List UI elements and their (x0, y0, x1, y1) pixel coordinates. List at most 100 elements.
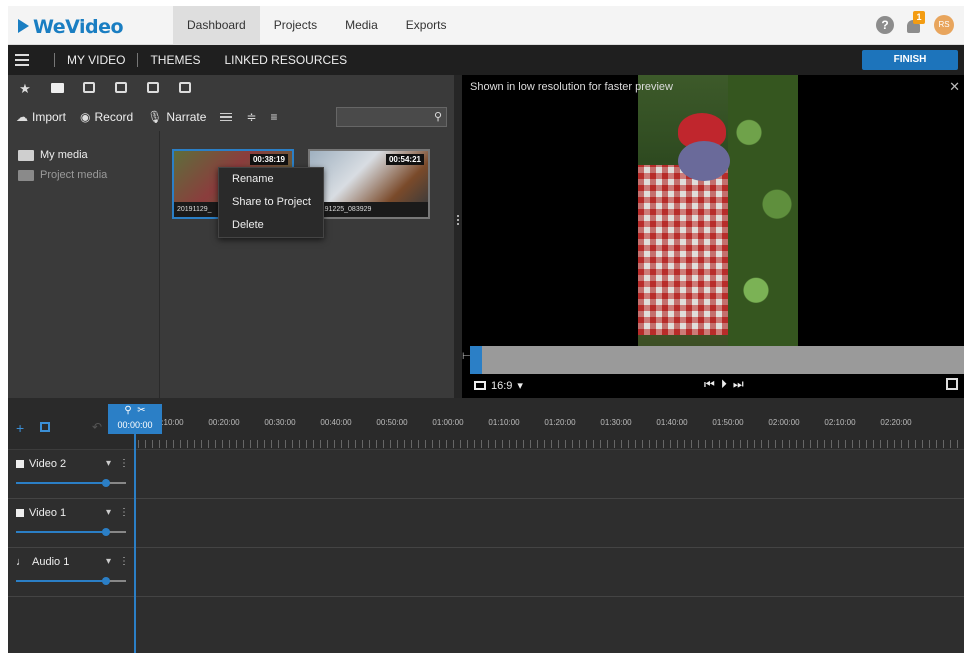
chevron-down-icon[interactable]: ▾ (106, 458, 111, 469)
more-options-icon[interactable]: ⋮ (119, 556, 129, 567)
stock-video-icon[interactable] (82, 82, 96, 96)
my-video-title[interactable]: MY VIDEO (67, 53, 125, 67)
playhead-time: 00:00:00 (117, 420, 153, 430)
avatar[interactable]: RS (934, 15, 954, 35)
narrate-button[interactable]: 🎙 Narrate (147, 110, 206, 124)
slider-knob[interactable] (102, 577, 111, 585)
track-audio-1: ♩ Audio 1 ▾ ⋮ (8, 548, 964, 597)
track-volume-slider[interactable] (16, 528, 126, 536)
folder-my-media[interactable]: My media (18, 145, 159, 165)
help-icon[interactable]: ? (876, 16, 894, 34)
chevron-down-icon[interactable]: ▾ (106, 507, 111, 518)
timeline-ruler[interactable]: 00:10:00 00:20:00 00:30:00 00:40:00 00:50:00… (138, 398, 964, 450)
clip-context-menu: Rename Share to Project Delete (218, 167, 324, 238)
stock-audio-icon[interactable] (114, 82, 128, 96)
list-view-button[interactable] (220, 111, 233, 124)
finish-button[interactable]: FINISH (862, 50, 958, 70)
microphone-icon: 🎙 (147, 110, 163, 124)
more-options-icon[interactable]: ⋮ (119, 458, 129, 469)
preview-scrubber[interactable] (470, 346, 964, 374)
tab-dashboard[interactable]: Dashboard (173, 6, 260, 45)
search-box: ⚲ (336, 107, 447, 127)
search-input[interactable] (337, 108, 427, 126)
sort-icon: ≡ (270, 110, 278, 124)
track-volume-slider[interactable] (16, 479, 126, 487)
logo-icon (18, 19, 29, 33)
ruler-tick-label: 01:10:00 (488, 418, 520, 427)
ruler-tick-label: 01:00:00 (432, 418, 464, 427)
record-icon: ◉ (80, 110, 91, 124)
share-to-project-menu-item[interactable]: Share to Project (219, 191, 323, 214)
copy-icon[interactable] (40, 422, 50, 432)
star-icon[interactable]: ★ (18, 82, 32, 96)
folder-icon[interactable] (50, 82, 64, 96)
track-video-2: Video 2 ▾ ⋮ (8, 450, 964, 499)
ruler-ticks (138, 440, 964, 448)
split-icon[interactable]: ✂ (137, 405, 145, 416)
ruler-tick-label: 00:20:00 (208, 418, 240, 427)
import-button[interactable]: ☁ Import (16, 110, 66, 124)
track-video-1: Video 1 ▾ ⋮ (8, 499, 964, 548)
playhead-line[interactable] (134, 434, 136, 653)
wevideo-logo[interactable]: WeVideo (18, 16, 124, 38)
chevron-down-icon[interactable]: ▾ (106, 556, 111, 567)
aspect-ratio-select[interactable]: 16:9 ▾ (474, 379, 523, 392)
track-header: ♩ Audio 1 ▾ ⋮ (8, 548, 134, 596)
notifications-button[interactable]: 1 (904, 11, 925, 36)
ruler-tick-label: 02:20:00 (880, 418, 912, 427)
search-icon[interactable]: ⚲ (434, 110, 442, 123)
slider-knob[interactable] (102, 479, 111, 487)
playback-controls: ⏮ ⏵ ⏭ (704, 377, 744, 392)
add-track-icon[interactable]: + (16, 420, 24, 436)
folder-icon (18, 149, 34, 161)
menu-icon[interactable] (15, 54, 29, 66)
panel-resize-handle[interactable] (454, 75, 462, 398)
folder-tree: My media Project media (8, 131, 160, 398)
list-icon (220, 111, 233, 124)
skip-back-icon[interactable]: ⏮ (704, 377, 715, 392)
stock-image-icon[interactable] (146, 82, 160, 96)
media-panel: ★ ☁ Import ◉ Record 🎙 Narrate ≑ ≡ ⚲ My medi… (8, 75, 454, 398)
filter-button[interactable]: ≑ (246, 110, 256, 124)
preview-note: Shown in low resolution for faster previ… (470, 81, 673, 93)
sort-button[interactable]: ≡ (271, 110, 278, 124)
close-icon[interactable]: ✕ (949, 79, 960, 95)
top-right-icons: ? 1 RS (876, 11, 954, 36)
filter-icon: ≑ (246, 110, 257, 124)
ruler-tick-label: 01:50:00 (712, 418, 744, 427)
tab-exports[interactable]: Exports (392, 6, 461, 45)
playhead[interactable]: ⚲ ✂ 00:00:00 (108, 404, 162, 434)
film-icon (16, 460, 24, 468)
slider-knob[interactable] (102, 528, 111, 536)
play-icon[interactable]: ⏵ (721, 377, 727, 392)
folder-project-media[interactable]: Project media (18, 165, 159, 185)
project-nav: MY VIDEO THEMES LINKED RESOURCES (42, 45, 347, 75)
themes-link[interactable]: THEMES (150, 53, 200, 67)
divider (137, 53, 139, 67)
marker-icon[interactable]: ⚲ (124, 405, 131, 416)
linked-resources-link[interactable]: LINKED RESOURCES (224, 53, 347, 67)
skip-forward-icon[interactable]: ⏭ (733, 377, 744, 392)
record-button[interactable]: ◉ Record (80, 110, 133, 124)
video-preview (638, 75, 798, 362)
more-options-icon[interactable]: ⋮ (119, 507, 129, 518)
track-header: Video 1 ▾ ⋮ (8, 499, 134, 547)
preview-controls: 16:9 ▾ ⏮ ⏵ ⏭ (462, 374, 964, 398)
delete-menu-item[interactable]: Delete (219, 214, 323, 237)
timeline-header: + ↶ 00:10:00 00:20:00 00:30:00 00:40:00 00:5… (8, 398, 964, 450)
undo-icon[interactable]: ↶ (92, 420, 102, 434)
divider (54, 53, 55, 67)
tab-projects[interactable]: Projects (260, 6, 331, 45)
music-note-icon: ♩ (16, 556, 27, 568)
track-name: Audio 1 (32, 556, 70, 568)
templates-icon[interactable] (178, 82, 192, 96)
clip-name: 20191225_083929 (310, 202, 428, 217)
fullscreen-icon[interactable] (946, 378, 958, 390)
screen-icon (474, 381, 486, 390)
track-volume-slider[interactable] (16, 577, 126, 585)
rename-menu-item[interactable]: Rename (219, 168, 323, 191)
media-clip-2[interactable]: 00:54:21 20191225_083929 (308, 149, 430, 219)
ruler-tick-label: 01:30:00 (600, 418, 632, 427)
ruler-tick-label: 00:30:00 (264, 418, 296, 427)
tab-media[interactable]: Media (331, 6, 392, 45)
